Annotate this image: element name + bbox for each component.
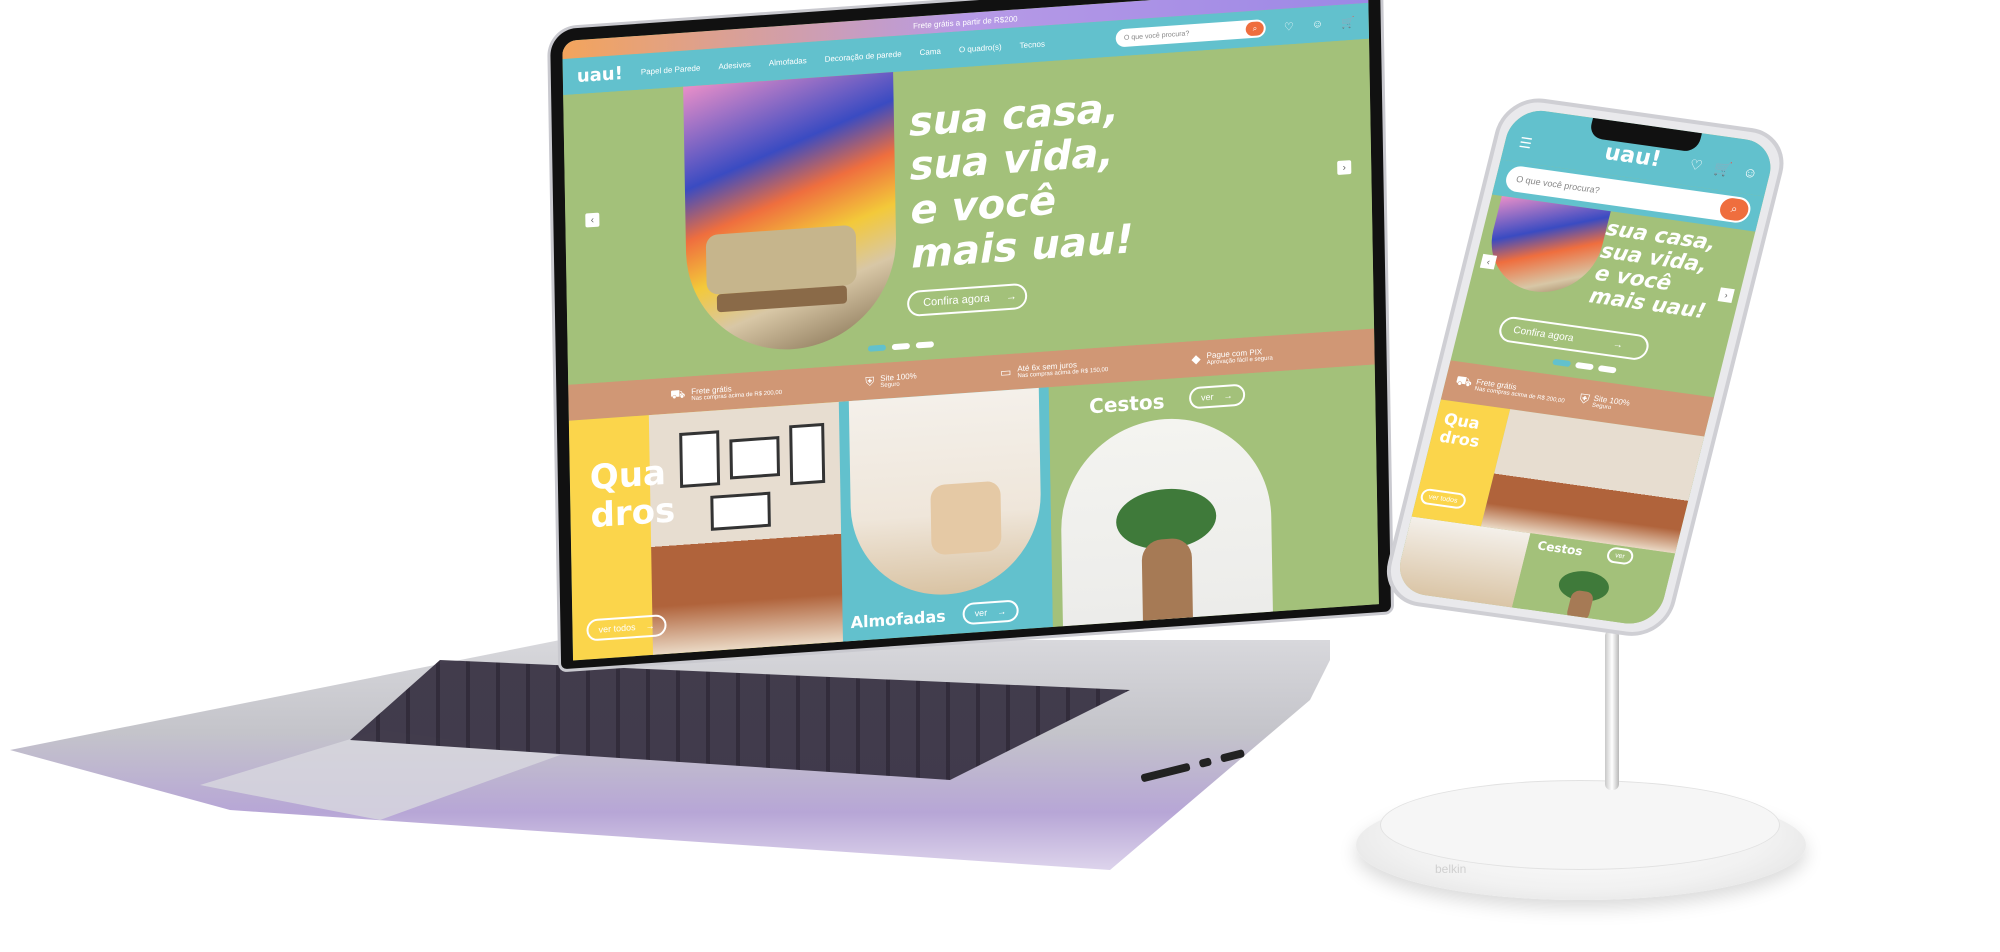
arrow-right-icon: → <box>1223 390 1233 401</box>
hero-title: sua casa, sua vida, e você mais uau! <box>908 85 1134 278</box>
search-placeholder: O que você procura? <box>1515 173 1601 196</box>
nav-item[interactable]: O quadro(s) <box>959 42 1002 54</box>
hero-cta-button[interactable]: Confira agora → <box>906 282 1028 318</box>
cart-icon[interactable]: 🛒 <box>1712 159 1733 178</box>
hero-cta-button[interactable]: Confira agora → <box>1496 315 1652 362</box>
arrow-right-icon: → <box>1005 290 1017 304</box>
category-button-label: ver <box>1201 391 1214 403</box>
benefit-item: ⛟ Frete grátis Nas compras acima de R$ 20… <box>1453 373 1567 406</box>
category-title: Cestos <box>1088 389 1165 419</box>
carousel-dot[interactable] <box>1597 365 1617 374</box>
mobile-nav-icons: ♡ 🛒 ☺ <box>1688 156 1760 182</box>
pillow-shape <box>930 480 1002 556</box>
category-grid: Qua dros ver todos Cestos ver <box>1393 399 1705 628</box>
usb-c-port <box>1198 757 1213 768</box>
phone-body: ☰ uau! ♡ 🛒 ☺ O que você procura? ⌕ sua c… <box>1378 93 1793 642</box>
carousel-dot[interactable] <box>915 341 934 349</box>
truck-icon: ⛟ <box>1454 372 1474 390</box>
search-icon[interactable]: ⌕ <box>1245 21 1265 37</box>
category-title: Cestos <box>1536 538 1585 559</box>
stand-base-top <box>1380 780 1780 870</box>
hero-image <box>1479 195 1611 300</box>
frame-shape <box>729 436 781 480</box>
category-button[interactable]: ver <box>1605 546 1635 566</box>
arrow-right-icon: → <box>645 620 655 632</box>
benefit-item: ◆ Pague com PIX Aprovação fácil e segura <box>1191 346 1273 367</box>
category-quadros[interactable]: Qua dros ver todos → <box>568 400 863 661</box>
card-icon: ▭ <box>999 364 1012 380</box>
vase-shape <box>1141 537 1194 631</box>
laptop-screen: Frete grátis a partir de R$200 uau! Pape… <box>562 0 1379 661</box>
frame-shape <box>789 422 826 486</box>
frame-shape <box>710 491 771 531</box>
almofadas-photo <box>848 387 1043 601</box>
logo[interactable]: uau! <box>577 62 623 86</box>
hero-cta-label: Confira agora <box>923 292 990 309</box>
frame-shape <box>679 430 721 488</box>
category-button-label: ver <box>974 607 988 619</box>
user-icon[interactable]: ☺ <box>1741 164 1759 183</box>
benefit-item: ⛟ Frete grátis Nas compras acima de R$ 20… <box>670 380 782 404</box>
almofadas-photo <box>1393 516 1531 612</box>
nav-item[interactable]: Tecnos <box>1020 39 1046 50</box>
benefit-item: ▭ Até 6x sem juros Nas compras acima de R… <box>1000 358 1108 381</box>
category-title: Qua dros <box>589 452 676 537</box>
category-almofadas[interactable]: Almofadas ver → <box>838 387 1053 642</box>
nav-item[interactable]: Decoração de parede <box>825 49 902 63</box>
nav-item[interactable]: Adesivos <box>718 59 751 70</box>
carousel-dot[interactable] <box>1552 358 1572 368</box>
carousel-prev-icon[interactable]: ‹ <box>585 212 600 228</box>
sofa-shape <box>705 224 857 296</box>
carousel-dots <box>1552 358 1617 374</box>
category-title: Qua dros <box>1437 409 1483 451</box>
carousel-next-icon[interactable]: › <box>1337 160 1352 176</box>
category-button-label: ver <box>1614 551 1626 560</box>
carousel-next-icon[interactable]: › <box>1717 287 1735 303</box>
nav-item[interactable]: Cama <box>920 46 941 56</box>
quadros-photo <box>648 400 863 655</box>
carousel-dot[interactable] <box>891 342 910 351</box>
benefit-item: ⛨ Site 100% Seguro <box>865 371 917 390</box>
stand-brand: belkin <box>1435 862 1467 876</box>
nav-item[interactable]: Almofadas <box>769 56 807 68</box>
hero-title: sua casa, sua vida, e você mais uau! <box>1586 216 1719 324</box>
category-button-label: ver todos <box>1428 493 1459 505</box>
category-title: Almofadas <box>850 606 946 633</box>
search-icon[interactable]: ⌕ <box>1717 196 1751 223</box>
truck-icon: ⛟ <box>670 386 686 402</box>
benefit-item: ⛨ Site 100% Seguro <box>1578 391 1632 414</box>
laptop: Frete grátis a partir de R$200 uau! Pape… <box>550 0 1401 670</box>
cart-icon[interactable]: 🛒 <box>1341 15 1355 29</box>
shield-icon: ⛨ <box>865 373 875 389</box>
nav-item[interactable]: Papel de Parede <box>641 63 701 76</box>
arrow-right-icon: → <box>997 606 1007 617</box>
hero-image <box>683 72 898 357</box>
category-button[interactable]: ver → <box>1188 383 1245 410</box>
cestos-photo <box>1059 411 1273 631</box>
user-icon[interactable]: ☺ <box>1312 18 1323 31</box>
category-button-label: ver todos <box>598 622 636 635</box>
category-button[interactable]: ver → <box>962 599 1019 626</box>
stand-pole <box>1605 630 1619 790</box>
heart-icon[interactable]: ♡ <box>1284 20 1294 34</box>
search-input[interactable]: O que você procura? ⌕ <box>1115 19 1267 48</box>
category-cestos[interactable]: Cestos ver → <box>1048 364 1379 631</box>
heart-icon[interactable]: ♡ <box>1688 156 1704 174</box>
search-placeholder: O que você procura? <box>1123 29 1190 42</box>
phone: ☰ uau! ♡ 🛒 ☺ O que você procura? ⌕ sua c… <box>1378 93 1831 646</box>
carousel-dot[interactable] <box>867 344 886 352</box>
carousel-dots <box>867 341 934 352</box>
carousel-dot[interactable] <box>1574 361 1595 371</box>
carousel-prev-icon[interactable]: ‹ <box>1479 253 1498 270</box>
category-button[interactable]: ver todos <box>1419 487 1468 510</box>
pix-icon: ◆ <box>1191 351 1201 367</box>
shield-icon: ⛨ <box>1577 390 1592 407</box>
phone-screen: ☰ uau! ♡ 🛒 ☺ O que você procura? ⌕ sua c… <box>1393 106 1778 628</box>
menu-icon[interactable]: ☰ <box>1517 134 1533 152</box>
hero-banner: sua casa, sua vida, e você mais uau! Con… <box>563 38 1375 385</box>
hero-cta-label: Confira agora <box>1512 324 1575 344</box>
arrow-right-icon: → <box>1611 338 1625 351</box>
